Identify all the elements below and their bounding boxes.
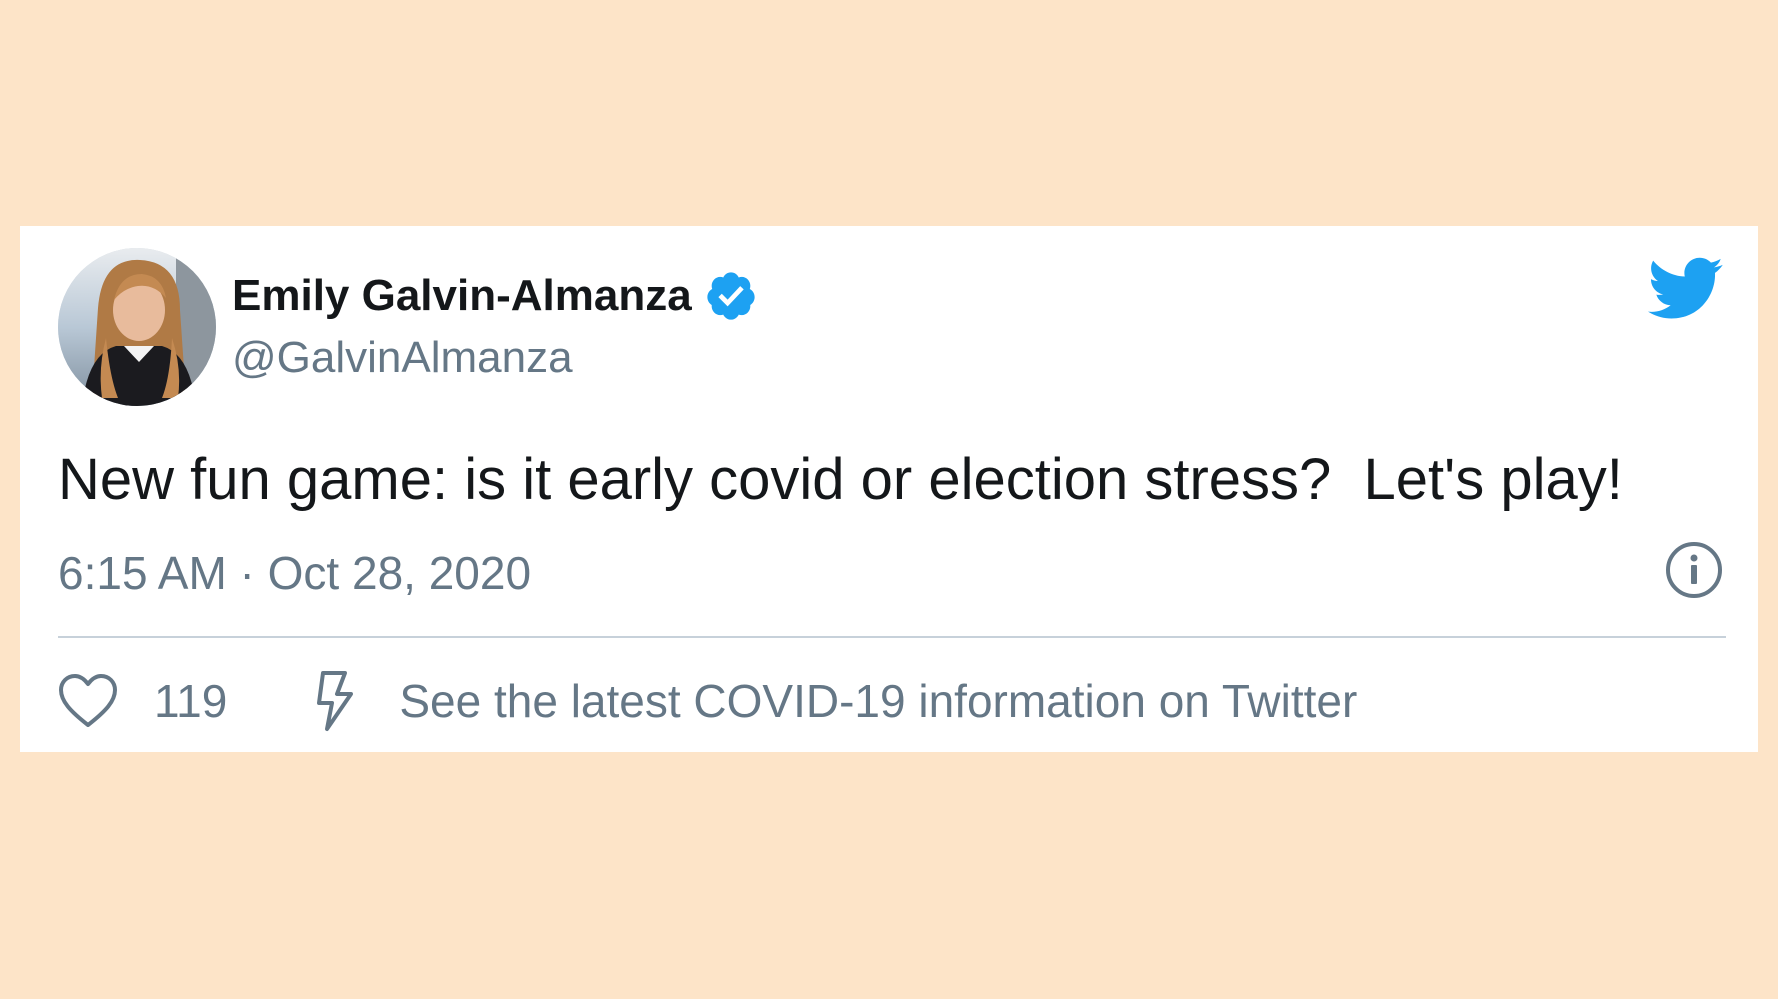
heart-icon[interactable] — [58, 673, 118, 729]
info-icon[interactable] — [1664, 540, 1724, 600]
tweet-timestamp[interactable]: 6:15 AM · Oct 28, 2020 — [58, 546, 531, 600]
verified-badge-icon — [707, 272, 755, 320]
tweet-text: New fun game: is it early covid or elect… — [58, 447, 1623, 512]
twitter-bird-icon[interactable] — [1648, 256, 1724, 322]
like-count[interactable]: 119 — [154, 674, 227, 728]
tweet-footer: 119 See the latest COVID-19 information … — [58, 666, 1357, 736]
author-display-name[interactable]: Emily Galvin-Almanza — [232, 271, 692, 321]
author-handle[interactable]: @GalvinAlmanza — [232, 333, 573, 383]
lightning-bolt-icon — [317, 671, 354, 731]
avatar-image — [58, 248, 216, 406]
avatar[interactable] — [58, 248, 216, 406]
author-name-row: Emily Galvin-Almanza — [232, 266, 758, 326]
divider — [58, 636, 1726, 638]
tweet-card: Emily Galvin-Almanza @GalvinAlmanza New … — [20, 226, 1758, 752]
covid-info-link[interactable]: See the latest COVID-19 information on T… — [399, 674, 1357, 728]
